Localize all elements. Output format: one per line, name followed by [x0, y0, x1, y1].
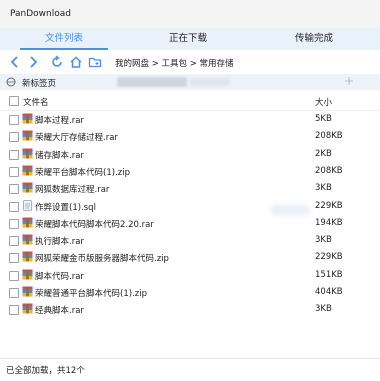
file-name: 荣耀脚本代码脚本代码2.20.rar	[35, 219, 154, 230]
file-name: 网狐数据库过程.rar	[35, 185, 110, 196]
file-size: 404KB	[315, 287, 343, 297]
file-name: 经典脚本.rar	[35, 306, 84, 317]
refresh-icon[interactable]	[50, 55, 64, 69]
forward-arrow-icon[interactable]	[26, 55, 40, 69]
row-checkbox[interactable]	[9, 270, 19, 281]
row-checkbox[interactable]	[9, 149, 19, 160]
back-arrow-icon[interactable]	[8, 55, 22, 69]
file-name: 脚本过程.rar	[35, 116, 84, 126]
status-text: 已全部加载，共12个	[6, 366, 85, 376]
file-row[interactable]: 脚本过程.rar 5KB	[0, 111, 380, 128]
row-checkbox[interactable]	[9, 132, 19, 143]
file-size: 3KB	[315, 235, 332, 246]
tab-completed[interactable]: 传输完成	[270, 28, 358, 48]
row-checkbox[interactable]	[9, 218, 19, 229]
file-size: 151KB	[315, 269, 343, 280]
sql-file-icon	[23, 199, 32, 211]
blurred-url	[117, 77, 187, 87]
zip-archive-icon	[22, 251, 33, 262]
newtab-label[interactable]: 新标签页	[22, 77, 56, 89]
row-checkbox[interactable]	[9, 236, 19, 247]
file-row[interactable]: 荣耀脚本代码脚本代码2.20.rar 194KB	[0, 215, 380, 232]
row-checkbox[interactable]	[9, 115, 19, 125]
zip-archive-icon	[22, 165, 33, 176]
status-bar: 已全部加载，共12个	[0, 358, 380, 381]
window-title: PanDownload	[10, 9, 71, 19]
rar-archive-icon	[22, 113, 33, 124]
address-bar: 新标签页 +	[0, 74, 380, 90]
row-checkbox[interactable]	[9, 201, 19, 212]
file-row[interactable]: 网狐数据库过程.rar 3KB	[0, 180, 380, 197]
file-row[interactable]: 荣耀平台脚本代码(1).zip 208KB	[0, 163, 380, 180]
file-row[interactable]: 作弊设置(1).sql 229KB	[0, 198, 380, 215]
file-name: 荣耀普通平台脚本代码(1).zip	[35, 289, 147, 299]
file-size: 3KB	[315, 183, 332, 194]
file-row[interactable]: 脚本代码.rar 151KB	[0, 267, 380, 284]
breadcrumb[interactable]: 我的网盘 > 工具包 > 常用存储	[115, 57, 234, 69]
file-name: 储存脚本.rar	[35, 150, 84, 161]
file-row[interactable]: 储存脚本.rar 2KB	[0, 146, 380, 163]
tab-file-list[interactable]: 文件列表	[20, 28, 108, 50]
rar-archive-icon	[22, 234, 33, 245]
row-checkbox[interactable]	[9, 253, 19, 264]
row-checkbox[interactable]	[9, 305, 19, 316]
file-size: 2KB	[315, 148, 332, 159]
file-size: 229KB	[315, 200, 343, 211]
file-name: 执行脚本.rar	[35, 237, 84, 248]
rar-archive-icon	[22, 148, 33, 159]
home-icon[interactable]	[69, 55, 83, 69]
file-size: 194KB	[315, 217, 343, 228]
row-checkbox[interactable]	[9, 166, 19, 177]
title-bar: PanDownload	[0, 0, 380, 28]
rar-archive-icon	[22, 217, 33, 228]
file-row[interactable]: 网狐荣耀金币版服务器脚本代码.zip 229KB	[0, 249, 380, 266]
row-checkbox[interactable]	[9, 184, 19, 195]
rar-archive-icon	[22, 130, 33, 141]
file-row[interactable]: 经典脚本.rar 3KB	[0, 301, 380, 318]
file-name: 作弊设置(1).sql	[35, 202, 96, 213]
list-header: 文件名 大小	[0, 92, 380, 111]
file-row[interactable]: 荣耀普通平台脚本代码(1).zip 404KB	[0, 284, 380, 301]
file-row[interactable]: 执行脚本.rar 3KB	[0, 232, 380, 249]
file-row[interactable]: 荣耀大厅存储过程.rar 208KB	[0, 128, 380, 145]
file-size: 5KB	[315, 114, 332, 124]
file-size: 229KB	[315, 252, 343, 263]
rar-archive-icon	[22, 182, 33, 193]
file-name: 脚本代码.rar	[35, 271, 84, 282]
file-name: 荣耀平台脚本代码(1).zip	[35, 167, 130, 178]
select-all-checkbox[interactable]	[9, 96, 19, 106]
file-name: 网狐荣耀金币版服务器脚本代码.zip	[35, 254, 169, 265]
row-checkbox[interactable]	[9, 288, 19, 298]
file-size: 208KB	[315, 131, 343, 142]
tab-downloading[interactable]: 正在下载	[144, 28, 232, 48]
new-folder-icon[interactable]	[88, 55, 102, 69]
rar-archive-icon	[22, 303, 33, 314]
header-size[interactable]: 大小	[315, 96, 332, 108]
header-filename[interactable]: 文件名	[23, 96, 49, 108]
file-size: 208KB	[315, 165, 343, 176]
blurred-url-tail	[190, 78, 230, 86]
zip-archive-icon	[22, 286, 33, 297]
file-size: 3KB	[315, 304, 332, 315]
rar-archive-icon	[22, 269, 33, 280]
file-name: 荣耀大厅存储过程.rar	[35, 133, 118, 144]
toolbar: 我的网盘 > 工具包 > 常用存储	[0, 50, 380, 74]
add-tab-icon[interactable]: +	[344, 74, 354, 88]
globe-icon	[6, 77, 16, 87]
tab-bar: 文件列表 正在下载 传输完成	[0, 28, 380, 50]
